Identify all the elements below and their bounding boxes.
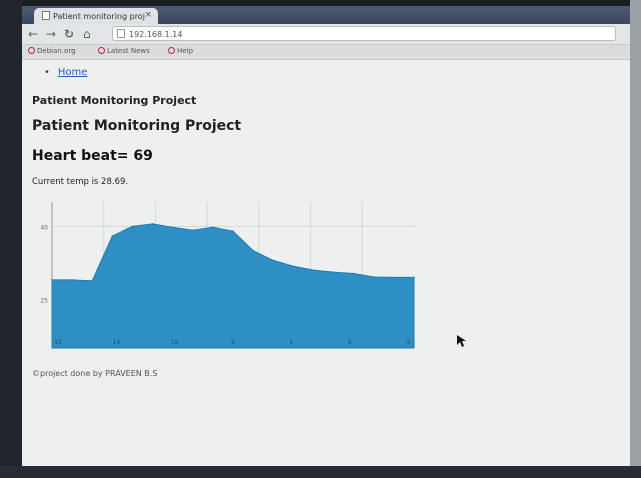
data-point <box>191 229 194 232</box>
x-tick-label: 2 <box>348 339 352 346</box>
address-bar[interactable]: 192.168.1.14 <box>112 26 616 41</box>
page-subtitle: Patient Monitoring Project <box>32 94 197 107</box>
data-point <box>51 279 53 281</box>
x-tick-label: 13 <box>54 339 62 346</box>
data-point <box>272 259 275 262</box>
nav-item-home: Home <box>44 67 88 78</box>
debian-swirl-icon <box>28 47 35 54</box>
mouse-cursor-icon <box>457 335 466 347</box>
data-point <box>91 280 94 282</box>
address-url: 192.168.1.14 <box>129 30 183 39</box>
monitor-bezel-right <box>630 0 641 478</box>
heartbeat-readout: Heart beat= 69 <box>32 148 153 164</box>
x-tick-label: 15 <box>171 339 179 346</box>
data-point <box>71 279 73 281</box>
bookmark-item[interactable]: Help <box>168 47 193 55</box>
x-tick-label: 14 <box>113 339 121 346</box>
browser-tab[interactable]: Patient monitoring proj × <box>34 8 158 24</box>
browser-toolbar: ← → ↻ ⌂ 192.168.1.14 <box>22 24 630 45</box>
home-icon[interactable]: ⌂ <box>83 26 91 42</box>
forward-arrow-icon[interactable]: → <box>46 26 56 42</box>
tab-bar: Patient monitoring proj × <box>22 6 630 24</box>
data-point <box>111 235 114 237</box>
y-tick-label: 25 <box>40 297 48 304</box>
series-area <box>51 223 415 349</box>
data-point <box>372 276 375 278</box>
data-point <box>212 226 214 229</box>
bookmark-item[interactable]: Latest News <box>98 47 150 55</box>
debian-swirl-icon <box>98 47 105 54</box>
heartbeat-area-chart: 25 40 13 14 15 6 1 2 3 <box>40 202 415 349</box>
data-point <box>151 223 154 225</box>
temperature-readout: Current temp is 28.69. <box>32 177 129 187</box>
data-point <box>232 230 234 232</box>
x-tick-label: 1 <box>289 339 293 346</box>
y-tick-label: 40 <box>40 224 48 231</box>
browser-window: Patient monitoring proj × ← → ↻ ⌂ 192.16… <box>22 6 630 466</box>
data-point <box>131 225 134 228</box>
data-point <box>352 272 355 275</box>
data-point <box>393 276 395 279</box>
reload-icon[interactable]: ↻ <box>64 26 74 42</box>
x-tick-label: 3 <box>406 339 410 346</box>
back-arrow-icon[interactable]: ← <box>28 26 38 42</box>
monitor-bezel-bottom <box>0 466 641 478</box>
data-point <box>312 269 315 271</box>
tab-title: Patient monitoring proj <box>53 12 145 21</box>
page-icon <box>42 11 50 20</box>
data-point <box>252 249 254 252</box>
page-icon <box>117 29 125 38</box>
data-point <box>292 265 295 268</box>
nav-list: Home <box>44 67 88 78</box>
data-point <box>332 271 335 273</box>
page-content: Home Patient Monitoring Project Patient … <box>22 60 630 466</box>
footer-credit: ©project done by PRAVEEN B.S <box>32 369 158 378</box>
monitor-bezel-left <box>0 0 22 478</box>
home-link[interactable]: Home <box>58 67 88 78</box>
debian-swirl-icon <box>168 47 175 54</box>
x-tick-label: 6 <box>231 339 235 346</box>
data-point <box>171 226 174 229</box>
bookmark-item[interactable]: Debian.org <box>28 47 76 55</box>
data-point <box>413 276 415 279</box>
bookmarks-bar: Debian.org Latest News Help <box>22 45 630 60</box>
close-tab-icon[interactable]: × <box>144 10 152 20</box>
page-title: Patient Monitoring Project <box>32 118 242 134</box>
